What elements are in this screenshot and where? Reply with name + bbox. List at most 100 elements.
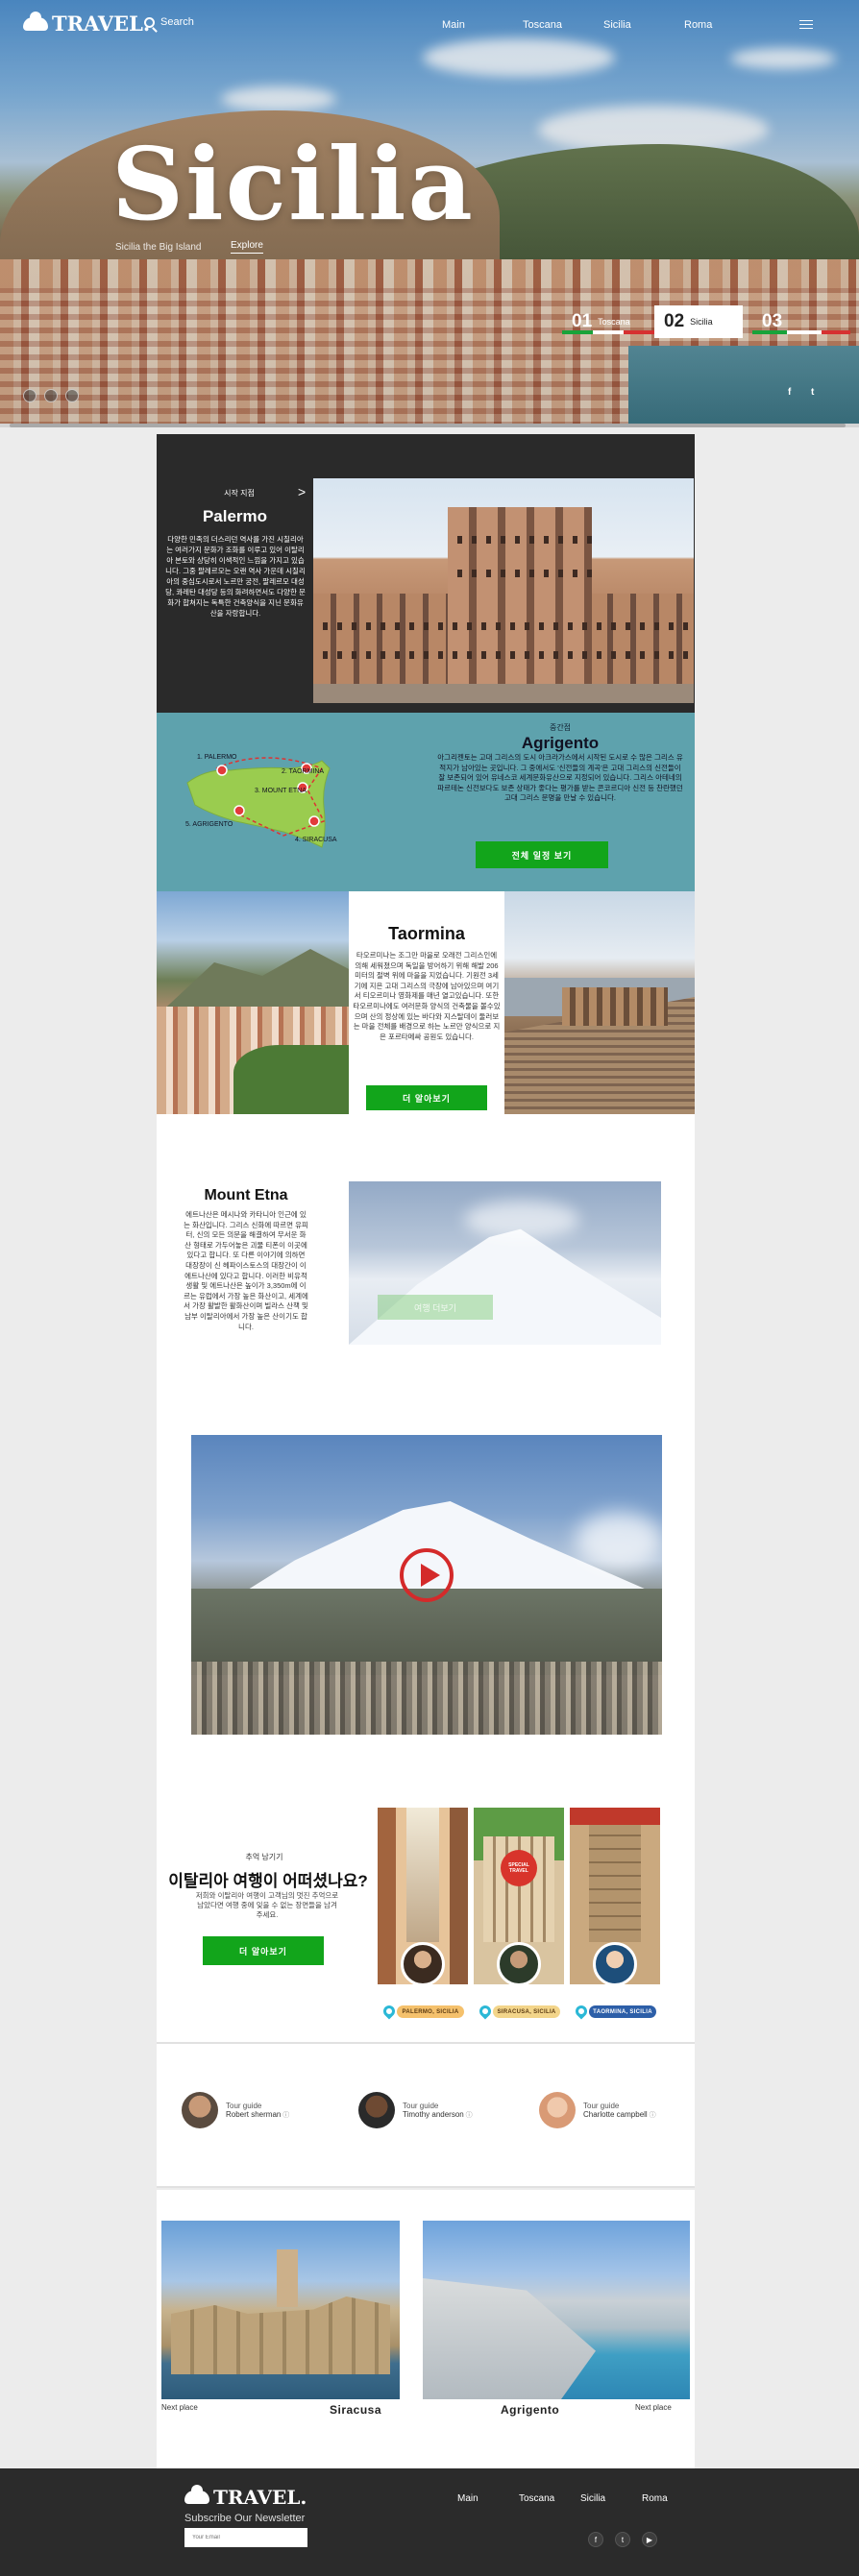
view-itinerary-button[interactable]: 전체 일정 보기 [476, 841, 608, 868]
flag-stripe-white [593, 330, 624, 334]
guide-card[interactable]: Tour guide Robert sherman [182, 2092, 289, 2128]
town-strip [191, 1662, 662, 1735]
see-more-travel-button[interactable]: 여행 더보기 [378, 1295, 493, 1320]
facebook-icon[interactable]: f [788, 388, 798, 398]
route-stop-marker[interactable] [233, 805, 245, 816]
section-body: 타오르미나는 조그만 마을로 오래전 그리스인에 의해 세워졌으며 독일을 방어… [353, 951, 501, 1041]
flag-stripe-white [787, 330, 822, 334]
special-travel-badge: SPECIAL TRAVEL [501, 1850, 537, 1886]
nav-link-toscana[interactable]: Toscana [523, 19, 603, 31]
explore-link[interactable]: Explore [231, 240, 263, 254]
next-place-label[interactable]: Next place [161, 2403, 198, 2412]
memory-card-palermo[interactable] [378, 1808, 468, 1984]
horizontal-scrollbar[interactable] [0, 424, 859, 427]
next-places-section: Next place Siracusa Agrigento Next place [157, 2190, 695, 2468]
slide-label: Toscana [598, 317, 630, 327]
hero-title: Sicilia [111, 125, 475, 243]
section-body: 에트나산은 메시나와 카타니아 인근에 있는 화산입니다. 그리스 신화에 따르… [184, 1210, 308, 1331]
youtube-icon[interactable]: ▶ [642, 2532, 657, 2547]
palermo-palace-photo [313, 478, 694, 703]
sicily-route-map: 1. PALERMO 2. TAORMINA 3. MOUNT ETNA 4. … [185, 754, 337, 848]
experience-section: 추억 남기기 이탈리아 여행이 어떠셨나요? 저희와 이탈리아 여행이 고객님의… [157, 1783, 695, 2042]
footer: TRAVEL. Subscribe Our Newsletter Main To… [0, 2468, 859, 2576]
guide-card[interactable]: Tour guide Timothy anderson [358, 2092, 473, 2128]
footer-link-sicilia[interactable]: Sicilia [580, 2493, 642, 2504]
nav-link-main[interactable]: Main [442, 19, 523, 31]
slide-number: 02 [664, 311, 685, 331]
section-kicker: 중간점 [549, 723, 572, 732]
flag-stripe-red [624, 330, 654, 334]
control-dot[interactable] [44, 389, 58, 402]
trees [233, 1045, 349, 1114]
guide-avatar [182, 2092, 218, 2128]
location-pin-icon [573, 2003, 590, 2020]
hero-banner: TRAVEL. Search Main Toscana Sicilia Roma… [0, 0, 859, 427]
lighthouse [277, 2249, 298, 2307]
nav-link-roma[interactable]: Roma [684, 19, 765, 31]
location-tag[interactable]: SIRACUSA, SICILIA [493, 2005, 560, 2018]
newsletter-email-input[interactable] [184, 2528, 307, 2547]
top-nav: TRAVEL. Search Main Toscana Sicilia Roma [0, 0, 859, 50]
palermo-section: 시작 지점 > Palermo 다양한 민족의 더스리던 역사를 가진 시칠리아… [157, 434, 695, 713]
greek-theatre-photo [504, 891, 695, 1114]
next-place-label[interactable]: Next place [635, 2403, 672, 2412]
steam-cloud [464, 1201, 579, 1239]
guide-role: Tour guide [403, 2101, 439, 2110]
route-stop-marker[interactable] [216, 765, 228, 776]
play-icon[interactable] [400, 1548, 454, 1602]
search-icon [144, 16, 155, 28]
learn-more-button[interactable]: 더 알아보기 [203, 1936, 324, 1965]
agrigento-coast-photo[interactable] [423, 2221, 690, 2399]
facebook-icon[interactable]: f [588, 2532, 603, 2547]
newsletter-label: Subscribe Our Newsletter [184, 2513, 306, 2524]
siracusa-castle-photo[interactable] [161, 2221, 400, 2399]
guide-name: Charlotte campbell [583, 2110, 656, 2120]
search-button[interactable]: Search [144, 16, 194, 28]
footer-social: f t ▶ [588, 2532, 657, 2547]
memory-card-taormina[interactable] [570, 1808, 660, 1984]
nav-link-sicilia[interactable]: Sicilia [603, 19, 684, 31]
twitter-icon[interactable]: t [615, 2532, 630, 2547]
twitter-icon[interactable]: t [811, 388, 821, 398]
menu-icon[interactable] [799, 20, 813, 32]
learn-more-button[interactable]: 더 알아보기 [366, 1085, 487, 1110]
flag-stripe-red [822, 330, 850, 334]
flag-stripe-green [562, 330, 593, 334]
footer-logo-text: TRAVEL. [213, 2486, 307, 2509]
section-title: Palermo [202, 507, 268, 525]
video-section [157, 1427, 695, 1783]
avatar [497, 1942, 541, 1984]
etna-video[interactable] [191, 1435, 662, 1735]
guide-role: Tour guide [226, 2101, 262, 2110]
guide-card[interactable]: Tour guide Charlotte campbell [539, 2092, 656, 2128]
cloud-logo-icon [184, 2485, 209, 2504]
map-label: 1. PALERMO [197, 754, 237, 761]
cloud [576, 1512, 662, 1569]
hero-left-controls [23, 389, 79, 402]
location-tag[interactable]: PALERMO, SICILIA [397, 2005, 464, 2018]
guide-name: Robert sherman [226, 2110, 289, 2120]
taormina-town-photo [157, 891, 349, 1114]
memory-card-siracusa[interactable]: SPECIAL TRAVEL [474, 1808, 564, 1984]
control-dot[interactable] [23, 389, 37, 402]
next-arrow-icon[interactable]: > [298, 484, 306, 499]
taormina-section: Taormina 타오르미나는 조그만 마을로 오래전 그리스인에 의해 세워졌… [157, 891, 695, 1114]
footer-logo[interactable]: TRAVEL. [184, 2485, 307, 2509]
next-place-name[interactable]: Agrigento [501, 2403, 559, 2417]
brand-logo[interactable]: TRAVEL. [23, 11, 150, 36]
guide-avatar [539, 2092, 576, 2128]
section-title: Mount Etna [204, 1187, 288, 1203]
footer-link-toscana[interactable]: Toscana [519, 2493, 580, 2504]
section-title: Taormina [388, 924, 465, 943]
search-label: Search [160, 16, 194, 28]
location-tag[interactable]: TAORMINA, SICILIA [589, 2005, 656, 2018]
control-dot[interactable] [65, 389, 79, 402]
nav-links: Main Toscana Sicilia Roma [442, 19, 765, 31]
guide-avatar [358, 2092, 395, 2128]
route-stop-marker[interactable] [308, 815, 320, 827]
next-place-name[interactable]: Siracusa [330, 2403, 381, 2417]
footer-link-main[interactable]: Main [457, 2493, 519, 2504]
scrollbar-thumb[interactable] [10, 424, 846, 427]
footer-link-roma[interactable]: Roma [642, 2493, 703, 2504]
slide-sicilia[interactable]: 02 Sicilia [654, 305, 743, 338]
